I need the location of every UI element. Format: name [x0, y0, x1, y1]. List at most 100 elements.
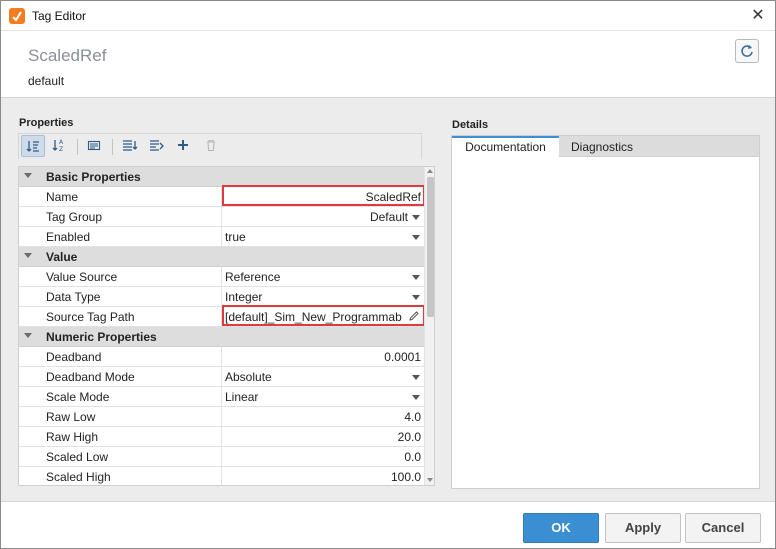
- property-row-raw-low[interactable]: Raw Low 4.0: [19, 407, 424, 427]
- property-value[interactable]: Reference: [225, 270, 405, 284]
- property-value[interactable]: ScaledRef: [231, 190, 421, 204]
- property-name: Scale Mode: [46, 390, 110, 404]
- svg-text:Z: Z: [59, 146, 63, 152]
- scroll-up-arrow-icon[interactable]: [427, 169, 433, 173]
- property-row-raw-high[interactable]: Raw High 20.0: [19, 427, 424, 447]
- property-name: Value Source: [46, 270, 118, 284]
- tag-name-title: ScaledRef: [28, 46, 107, 65]
- property-value-cell[interactable]: 0.0: [221, 447, 424, 466]
- dropdown-arrow-icon[interactable]: [412, 295, 420, 300]
- property-value[interactable]: Linear: [225, 390, 405, 404]
- refresh-button[interactable]: [735, 39, 759, 63]
- property-value[interactable]: 0.0: [231, 450, 421, 464]
- group-basic-properties[interactable]: Basic Properties: [19, 167, 424, 187]
- scrollbar-thumb[interactable]: [427, 177, 434, 317]
- cancel-button[interactable]: Cancel: [685, 513, 761, 543]
- title-bar[interactable]: Tag Editor ✕: [1, 1, 775, 31]
- property-row-scaled-high[interactable]: Scaled High 100.0: [19, 467, 424, 485]
- property-value[interactable]: 4.0: [231, 410, 421, 424]
- sort-alpha-icon: A Z: [52, 139, 64, 152]
- property-row-scale-mode[interactable]: Scale Mode Linear: [19, 387, 424, 407]
- property-row-deadband[interactable]: Deadband 0.0001: [19, 347, 424, 367]
- property-value-cell[interactable]: [default]_Sim_New_Programmab: [221, 307, 424, 326]
- property-row-source-tag-path[interactable]: Source Tag Path [default]_Sim_New_Progra…: [19, 307, 424, 327]
- property-name: Name: [46, 190, 79, 204]
- property-name: Tag Group: [46, 210, 103, 224]
- apply-button[interactable]: Apply: [605, 513, 681, 543]
- property-value-cell[interactable]: true: [221, 227, 424, 246]
- tag-editor-window: Tag Editor ✕ ScaledRef default Propertie…: [0, 0, 776, 549]
- property-value-cell[interactable]: Integer: [221, 287, 424, 306]
- delete-icon: [207, 139, 215, 152]
- property-name: Raw Low: [46, 410, 96, 424]
- properties-toolbar: A Z: [18, 133, 422, 159]
- property-value-cell[interactable]: ScaledRef: [221, 187, 424, 206]
- property-value-cell[interactable]: Absolute: [221, 367, 424, 386]
- property-value[interactable]: [default]_Sim_New_Programmab: [225, 310, 405, 324]
- property-value-cell[interactable]: 20.0: [221, 427, 424, 446]
- property-name: Scaled Low: [46, 450, 109, 464]
- toolbar-divider: [112, 139, 113, 155]
- dropdown-arrow-icon[interactable]: [412, 395, 420, 400]
- sort-category-button[interactable]: [21, 135, 45, 157]
- property-pages-button[interactable]: [83, 135, 107, 157]
- property-pages-icon: [87, 140, 101, 151]
- property-value-cell[interactable]: 0.0001: [221, 347, 424, 366]
- sort-alpha-button[interactable]: A Z: [48, 135, 72, 157]
- collapse-caret-icon[interactable]: [24, 173, 32, 178]
- ok-button[interactable]: OK: [523, 513, 599, 543]
- dropdown-arrow-icon[interactable]: [412, 235, 420, 240]
- property-value[interactable]: 20.0: [231, 430, 421, 444]
- property-name: Data Type: [46, 290, 101, 304]
- group-value[interactable]: Value: [19, 247, 424, 267]
- group-numeric-properties[interactable]: Numeric Properties: [19, 327, 424, 347]
- group-label: Numeric Properties: [46, 330, 157, 344]
- property-value-cell[interactable]: Linear: [221, 387, 424, 406]
- property-grid: Basic Properties Name ScaledRef Tag Grou…: [18, 166, 435, 486]
- toolbar-divider: [77, 139, 78, 155]
- property-value[interactable]: Integer: [225, 290, 405, 304]
- dropdown-arrow-icon[interactable]: [412, 215, 420, 220]
- property-row-deadband-mode[interactable]: Deadband Mode Absolute: [19, 367, 424, 387]
- close-icon[interactable]: ✕: [747, 5, 769, 27]
- tab-diagnostics[interactable]: Diagnostics: [559, 136, 645, 157]
- expand-all-icon: [123, 140, 138, 151]
- collapse-caret-icon[interactable]: [24, 253, 32, 258]
- property-value-cell[interactable]: Default: [221, 207, 424, 226]
- delete-button[interactable]: [200, 135, 224, 157]
- property-grid-scrollbar[interactable]: [424, 167, 434, 485]
- property-value-cell[interactable]: 100.0: [221, 467, 424, 485]
- property-value[interactable]: 100.0: [231, 470, 421, 484]
- property-row-scaled-low[interactable]: Scaled Low 0.0: [19, 447, 424, 467]
- property-row-data-type[interactable]: Data Type Integer: [19, 287, 424, 307]
- svg-text:A: A: [59, 139, 64, 146]
- add-button[interactable]: [172, 135, 196, 157]
- group-label: Value: [46, 250, 78, 264]
- properties-section-label: Properties: [19, 117, 74, 129]
- property-row-enabled[interactable]: Enabled true: [19, 227, 424, 247]
- property-value[interactable]: true: [225, 230, 405, 244]
- pencil-edit-icon[interactable]: [408, 310, 420, 322]
- property-name: Scaled High: [46, 470, 111, 484]
- property-name: Raw High: [46, 430, 99, 444]
- expand-all-button[interactable]: [118, 135, 142, 157]
- property-value-cell[interactable]: Reference: [221, 267, 424, 286]
- collapse-all-button[interactable]: [145, 135, 169, 157]
- property-row-tag-group[interactable]: Tag Group Default: [19, 207, 424, 227]
- editor-body: Properties A Z Basic Properties Name Sca…: [1, 97, 775, 501]
- property-row-value-source[interactable]: Value Source Reference: [19, 267, 424, 287]
- tab-documentation[interactable]: Documentation: [452, 136, 559, 158]
- property-value[interactable]: 0.0001: [231, 350, 421, 364]
- dropdown-arrow-icon[interactable]: [412, 275, 420, 280]
- property-value[interactable]: Default: [218, 210, 408, 224]
- property-row-name[interactable]: Name ScaledRef: [19, 187, 424, 207]
- property-value-cell[interactable]: 4.0: [221, 407, 424, 426]
- scroll-down-arrow-icon[interactable]: [427, 478, 433, 482]
- window-title: Tag Editor: [32, 9, 87, 23]
- collapse-all-icon: [150, 140, 164, 151]
- editor-header: ScaledRef default: [1, 32, 775, 97]
- property-value[interactable]: Absolute: [225, 370, 405, 384]
- dropdown-arrow-icon[interactable]: [412, 375, 420, 380]
- collapse-caret-icon[interactable]: [24, 333, 32, 338]
- property-name: Enabled: [46, 230, 91, 244]
